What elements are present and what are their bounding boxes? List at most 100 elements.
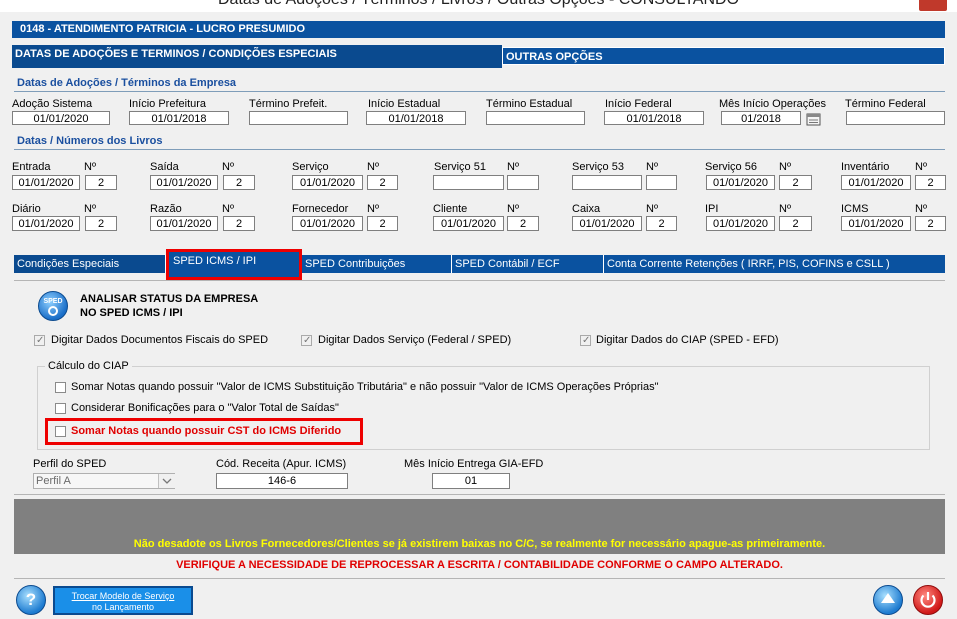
digitar-ciap-checkbox[interactable]	[580, 335, 591, 346]
livro-entrada-n-label: Nº	[84, 161, 96, 173]
livro-cliente-date[interactable]: 01/01/2020	[433, 216, 504, 231]
tab-conta-corrente-retencoes[interactable]: Conta Corrente Retenções ( IRRF, PIS, CO…	[604, 255, 945, 273]
mes-gia-label: Mês Início Entrega GIA-EFD	[404, 458, 544, 470]
termino-prefeit-field[interactable]	[249, 111, 348, 125]
livro-servico53-n-label: Nº	[646, 161, 658, 173]
scroll-top-button[interactable]	[873, 585, 903, 615]
livro-fornecedor-n[interactable]: 2	[367, 216, 398, 231]
termino-federal-label: Término Federal	[845, 98, 926, 110]
livro-cliente-label: Cliente	[433, 203, 468, 215]
ciap-bonificacoes-checkbox[interactable]	[55, 403, 66, 414]
sped-icms-tab-highlight	[166, 249, 302, 280]
digitar-ciap-label: Digitar Dados do CIAP (SPED - EFD)	[596, 334, 779, 346]
livro-razao-n-label: Nº	[222, 203, 234, 215]
tab-sped-contribuicoes[interactable]: SPED Contribuições	[302, 255, 452, 273]
livro-entrada-date[interactable]: 01/01/2020	[12, 175, 80, 190]
livro-servico53-date[interactable]	[572, 175, 642, 190]
livro-diario-date[interactable]: 01/01/2020	[12, 216, 80, 231]
livro-servico51-n[interactable]	[507, 175, 539, 190]
inicio-federal-field[interactable]: 01/01/2018	[604, 111, 704, 125]
sped-analyze-icon[interactable]: SPED	[38, 291, 68, 321]
livro-servico51-label: Serviço 51	[434, 161, 486, 173]
tab-sped-contabil-ecf[interactable]: SPED Contábil / ECF	[452, 255, 604, 273]
footer-divider	[14, 578, 945, 579]
calendar-icon[interactable]	[805, 110, 823, 128]
tab-panel-bottom-border	[14, 494, 945, 495]
livro-saida-label: Saída	[150, 161, 179, 173]
livro-servico56-n-label: Nº	[779, 161, 791, 173]
livro-diario-label: Diário	[12, 203, 41, 215]
analisar-status-line2: NO SPED ICMS / IPI	[80, 307, 183, 319]
livro-razao-date[interactable]: 01/01/2020	[150, 216, 218, 231]
termino-estadual-label: Término Estadual	[486, 98, 573, 110]
livro-inventario-date[interactable]: 01/01/2020	[841, 175, 911, 190]
livro-servico-label: Serviço	[292, 161, 329, 173]
digitar-documentos-label: Digitar Dados Documentos Fiscais do SPED	[51, 334, 269, 346]
livro-ipi-date[interactable]: 01/01/2020	[706, 216, 775, 231]
magnifier-glyph	[48, 306, 58, 316]
adocao-sistema-field[interactable]: 01/01/2020	[12, 111, 110, 125]
power-icon	[920, 592, 936, 608]
power-exit-button[interactable]	[913, 585, 943, 615]
digitar-servico-checkbox[interactable]	[301, 335, 312, 346]
livro-icms-n-label: Nº	[915, 203, 927, 215]
termino-estadual-field[interactable]	[486, 111, 585, 125]
adocoes-section-title: Datas de Adoções / Términos da Empresa	[17, 77, 237, 89]
livro-razao-n[interactable]: 2	[223, 216, 255, 231]
mes-gia-field[interactable]: 01	[432, 473, 510, 489]
livro-ipi-n[interactable]: 2	[779, 216, 812, 231]
livro-servico-date[interactable]: 01/01/2020	[292, 175, 363, 190]
chevron-down-icon[interactable]	[158, 474, 175, 488]
digitar-documentos-checkbox[interactable]	[34, 335, 45, 346]
warning-red-text: VERIFIQUE A NECESSIDADE DE REPROCESSAR A…	[176, 559, 783, 571]
termino-federal-field[interactable]	[846, 111, 945, 125]
perfil-sped-label: Perfil do SPED	[33, 458, 107, 470]
tab-condicoes-especiais[interactable]: Condições Especiais	[14, 255, 166, 273]
livro-diario-n[interactable]: 2	[85, 216, 117, 231]
livro-icms-label: ICMS	[841, 203, 869, 215]
livro-caixa-n[interactable]: 2	[646, 216, 677, 231]
inicio-prefeitura-label: Início Prefeitura	[129, 98, 207, 110]
tab-outras-opcoes[interactable]: OUTRAS OPÇÕES	[502, 47, 945, 65]
livro-servico53-n[interactable]	[646, 175, 677, 190]
cod-receita-label: Cód. Receita (Apur. ICMS)	[216, 458, 347, 470]
mes-inicio-operacoes-label: Mês Início Operações	[719, 98, 826, 110]
cod-receita-field[interactable]: 146-6	[216, 473, 348, 489]
livro-servico51-n-label: Nº	[507, 161, 519, 173]
livro-razao-label: Razão	[150, 203, 182, 215]
sped-icon-text: SPED	[43, 298, 63, 305]
livro-ipi-n-label: Nº	[779, 203, 791, 215]
livro-saida-date[interactable]: 01/01/2020	[150, 175, 218, 190]
inicio-estadual-field[interactable]: 01/01/2018	[366, 111, 466, 125]
help-button[interactable]: ?	[16, 585, 46, 615]
mes-inicio-operacoes-field[interactable]: 01/2018	[721, 111, 801, 125]
livro-caixa-date[interactable]: 01/01/2020	[572, 216, 642, 231]
livro-inventario-n[interactable]: 2	[915, 175, 946, 190]
ciap-somar-st-checkbox[interactable]	[55, 382, 66, 393]
livro-fornecedor-date[interactable]: 01/01/2020	[292, 216, 363, 231]
livro-caixa-label: Caixa	[572, 203, 601, 215]
livro-servico56-n[interactable]: 2	[779, 175, 812, 190]
company-bar: 0148 - ATENDIMENTO PATRICIA - LUCRO PRES…	[12, 21, 945, 38]
livro-servico56-date[interactable]: 01/01/2020	[706, 175, 775, 190]
livro-entrada-n[interactable]: 2	[85, 175, 117, 190]
livros-section-title: Datas / Números dos Livros	[17, 135, 163, 147]
livro-servico-n[interactable]: 2	[367, 175, 398, 190]
inicio-prefeitura-field[interactable]: 01/01/2018	[129, 111, 229, 125]
perfil-sped-select[interactable]: Perfil A	[33, 473, 175, 489]
trocar-modelo-servico-button[interactable]: Trocar Modelo de Serviço no Lançamento	[53, 586, 193, 615]
tab-datas-adocoes[interactable]: DATAS DE ADOÇÕES E TERMINOS / CONDIÇÕES …	[12, 45, 502, 68]
livros-divider	[14, 149, 945, 150]
arrow-up-icon	[881, 593, 895, 603]
window-close-button[interactable]	[919, 0, 947, 11]
livro-icms-n[interactable]: 2	[915, 216, 946, 231]
livro-diario-n-label: Nº	[84, 203, 96, 215]
livro-fornecedor-label: Fornecedor	[292, 203, 349, 215]
livro-icms-date[interactable]: 01/01/2020	[841, 216, 911, 231]
livro-entrada-label: Entrada	[12, 161, 51, 173]
livro-saida-n[interactable]: 2	[223, 175, 255, 190]
livro-servico51-date[interactable]	[433, 175, 504, 190]
livro-cliente-n[interactable]: 2	[507, 216, 539, 231]
adocoes-divider	[14, 91, 945, 92]
ciap-cst-diferido-checkbox[interactable]	[55, 426, 66, 437]
